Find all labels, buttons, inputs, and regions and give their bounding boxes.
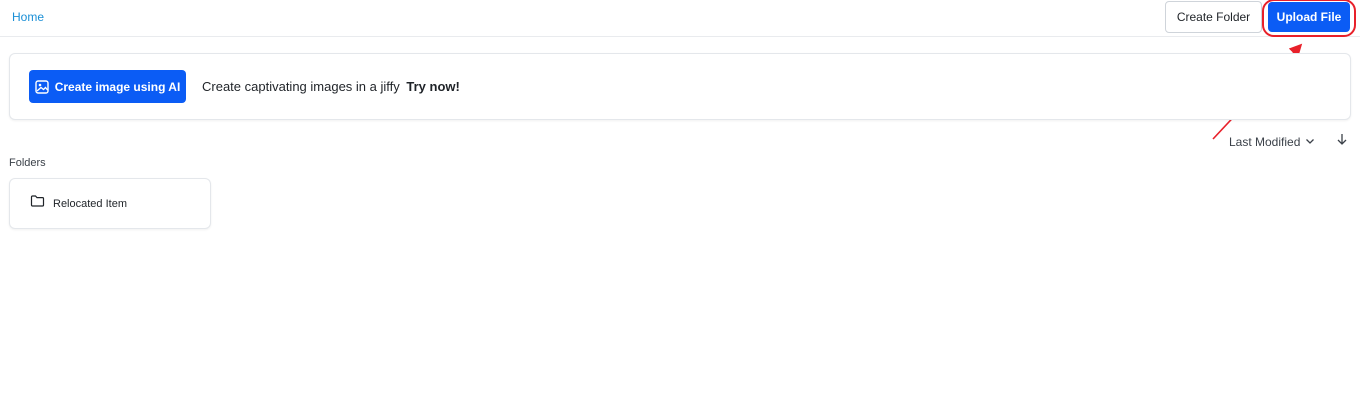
chevron-down-icon <box>1304 135 1316 150</box>
sort-direction-toggle[interactable] <box>1335 132 1349 151</box>
ai-promo-banner: Create image using AI Create captivating… <box>9 53 1351 120</box>
breadcrumb-home[interactable]: Home <box>12 10 44 24</box>
upload-file-button[interactable]: Upload File <box>1268 2 1350 32</box>
create-image-ai-label: Create image using AI <box>54 79 181 94</box>
try-now-link[interactable]: Try now! <box>406 79 459 94</box>
create-folder-button[interactable]: Create Folder <box>1165 1 1262 33</box>
sort-dropdown[interactable]: Last Modified <box>1229 134 1316 150</box>
folder-card[interactable]: Relocated Item <box>9 178 211 229</box>
top-bar: Home Create Folder Upload File <box>0 0 1360 37</box>
create-image-ai-button[interactable]: Create image using AI <box>29 70 186 103</box>
image-icon <box>35 79 49 94</box>
folder-icon <box>30 194 45 213</box>
arrow-down-icon <box>1335 132 1349 151</box>
sort-label: Last Modified <box>1229 135 1301 149</box>
banner-message: Create captivating images in a jiffy <box>202 79 400 94</box>
folders-section-title: Folders <box>9 157 46 169</box>
folder-name: Relocated Item <box>53 197 127 210</box>
banner-message-row: Create captivating images in a jiffy Try… <box>202 79 460 94</box>
